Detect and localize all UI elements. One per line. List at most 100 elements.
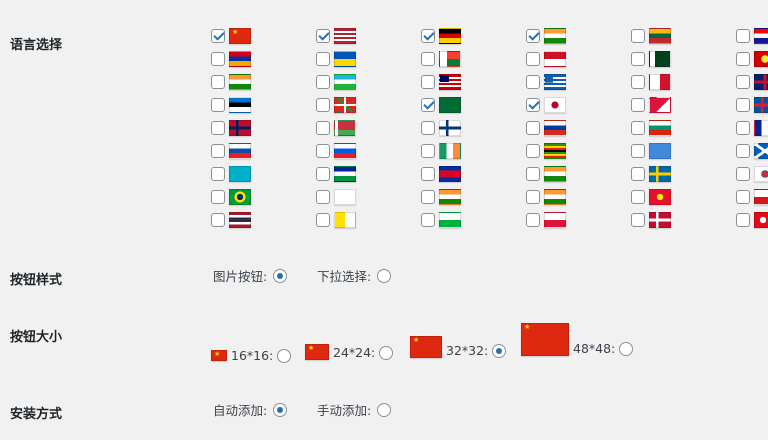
language-checkbox[interactable]	[316, 213, 330, 227]
language-checkbox[interactable]	[421, 213, 435, 227]
language-option-usa[interactable]	[316, 28, 356, 44]
language-checkbox[interactable]	[211, 213, 225, 227]
language-checkbox[interactable]	[211, 121, 225, 135]
size-option-16[interactable]: 16*16:	[211, 348, 292, 363]
language-checkbox[interactable]	[736, 75, 750, 89]
language-checkbox[interactable]	[526, 144, 540, 158]
language-checkbox[interactable]	[526, 75, 540, 89]
size-16-radio[interactable]	[277, 348, 292, 363]
size-32-radio[interactable]	[492, 344, 507, 358]
language-checkbox[interactable]	[526, 213, 540, 227]
language-option-lithuania[interactable]	[631, 28, 671, 44]
language-option-india[interactable]	[421, 189, 461, 205]
language-checkbox[interactable]	[736, 52, 750, 66]
language-checkbox[interactable]	[736, 121, 750, 135]
language-checkbox[interactable]	[421, 98, 435, 112]
language-checkbox[interactable]	[526, 121, 540, 135]
language-checkbox[interactable]	[526, 29, 540, 43]
language-checkbox[interactable]	[316, 75, 330, 89]
language-checkbox[interactable]	[316, 52, 330, 66]
language-option-saudi-arabia[interactable]	[421, 97, 461, 113]
language-option-kyrgyzstan[interactable]	[631, 189, 671, 205]
language-option-nepal[interactable]	[631, 97, 671, 113]
language-checkbox[interactable]	[736, 190, 750, 204]
language-option-armenia[interactable]	[211, 51, 251, 67]
language-checkbox[interactable]	[736, 144, 750, 158]
language-option-uk[interactable]	[736, 74, 768, 90]
language-checkbox[interactable]	[631, 121, 645, 135]
language-checkbox[interactable]	[631, 52, 645, 66]
language-checkbox[interactable]	[211, 98, 225, 112]
language-option-croatia[interactable]	[736, 28, 768, 44]
language-option-iceland[interactable]	[736, 97, 768, 113]
size-option-24[interactable]: 24*24:	[305, 344, 394, 360]
language-checkbox[interactable]	[316, 190, 330, 204]
language-option-norway[interactable]	[211, 120, 251, 136]
language-checkbox[interactable]	[421, 190, 435, 204]
language-option-brazil[interactable]	[211, 189, 251, 205]
language-checkbox[interactable]	[421, 144, 435, 158]
language-option-macedonia[interactable]	[736, 51, 768, 67]
language-checkbox[interactable]	[526, 52, 540, 66]
language-option-india[interactable]	[211, 74, 251, 90]
language-checkbox[interactable]	[211, 29, 225, 43]
button-style-option-dropdown[interactable]: 下拉选择:	[317, 266, 392, 285]
language-option-sweden[interactable]	[631, 166, 671, 182]
language-option-somalia[interactable]	[631, 143, 671, 159]
language-option-kazakhstan[interactable]	[211, 166, 251, 182]
language-checkbox[interactable]	[421, 121, 435, 135]
button-style-image-radio[interactable]	[273, 268, 288, 283]
language-checkbox[interactable]	[631, 144, 645, 158]
language-option-czech[interactable]	[736, 189, 768, 205]
language-checkbox[interactable]	[421, 167, 435, 181]
size-option-32[interactable]: 32*32:	[410, 336, 507, 358]
language-checkbox[interactable]	[631, 29, 645, 43]
button-style-dropdown-radio[interactable]	[377, 268, 392, 283]
install-option-manual[interactable]: 手动添加:	[317, 400, 392, 419]
language-option-greece[interactable]	[526, 74, 566, 90]
language-checkbox[interactable]	[631, 213, 645, 227]
language-checkbox[interactable]	[211, 190, 225, 204]
language-option-basque[interactable]	[316, 97, 356, 113]
language-checkbox[interactable]	[631, 167, 645, 181]
install-option-auto[interactable]: 自动添加:	[213, 400, 288, 419]
install-auto-radio[interactable]	[273, 402, 288, 417]
button-style-option-image[interactable]: 图片按钮:	[213, 266, 288, 285]
size-option-48[interactable]: 48*48:	[521, 323, 634, 356]
language-option-finland[interactable]	[421, 120, 461, 136]
language-option-india[interactable]	[526, 166, 566, 182]
language-option-bulgaria[interactable]	[631, 120, 671, 136]
language-option-scotland[interactable]	[736, 143, 768, 159]
language-option-vatican[interactable]	[316, 212, 356, 228]
language-checkbox[interactable]	[211, 167, 225, 181]
language-option-lesotho[interactable]	[316, 166, 356, 182]
language-option-thailand[interactable]	[211, 212, 251, 228]
language-checkbox[interactable]	[736, 167, 750, 181]
language-checkbox[interactable]	[316, 121, 330, 135]
language-checkbox[interactable]	[211, 75, 225, 89]
language-option-wales[interactable]	[421, 212, 461, 228]
language-checkbox[interactable]	[316, 98, 330, 112]
language-option-madagascar[interactable]	[421, 51, 461, 67]
language-checkbox[interactable]	[211, 52, 225, 66]
language-option-china[interactable]	[211, 28, 251, 44]
language-option-ukraine[interactable]	[316, 51, 356, 67]
language-option-uzbekistan[interactable]	[316, 74, 356, 90]
language-option-india[interactable]	[526, 189, 566, 205]
size-24-radio[interactable]	[379, 346, 394, 360]
language-option-malta[interactable]	[631, 74, 671, 90]
language-checkbox[interactable]	[421, 52, 435, 66]
language-option-pakistan[interactable]	[631, 51, 671, 67]
language-checkbox[interactable]	[316, 29, 330, 43]
language-option-japan[interactable]	[526, 97, 566, 113]
language-checkbox[interactable]	[526, 167, 540, 181]
language-option-india[interactable]	[526, 28, 566, 44]
language-option-poland[interactable]	[526, 212, 566, 228]
language-checkbox[interactable]	[736, 98, 750, 112]
language-option-slovenia[interactable]	[316, 143, 356, 159]
language-option-france[interactable]	[736, 120, 768, 136]
language-checkbox[interactable]	[211, 144, 225, 158]
language-checkbox[interactable]	[316, 167, 330, 181]
language-checkbox[interactable]	[526, 190, 540, 204]
language-checkbox[interactable]	[421, 75, 435, 89]
